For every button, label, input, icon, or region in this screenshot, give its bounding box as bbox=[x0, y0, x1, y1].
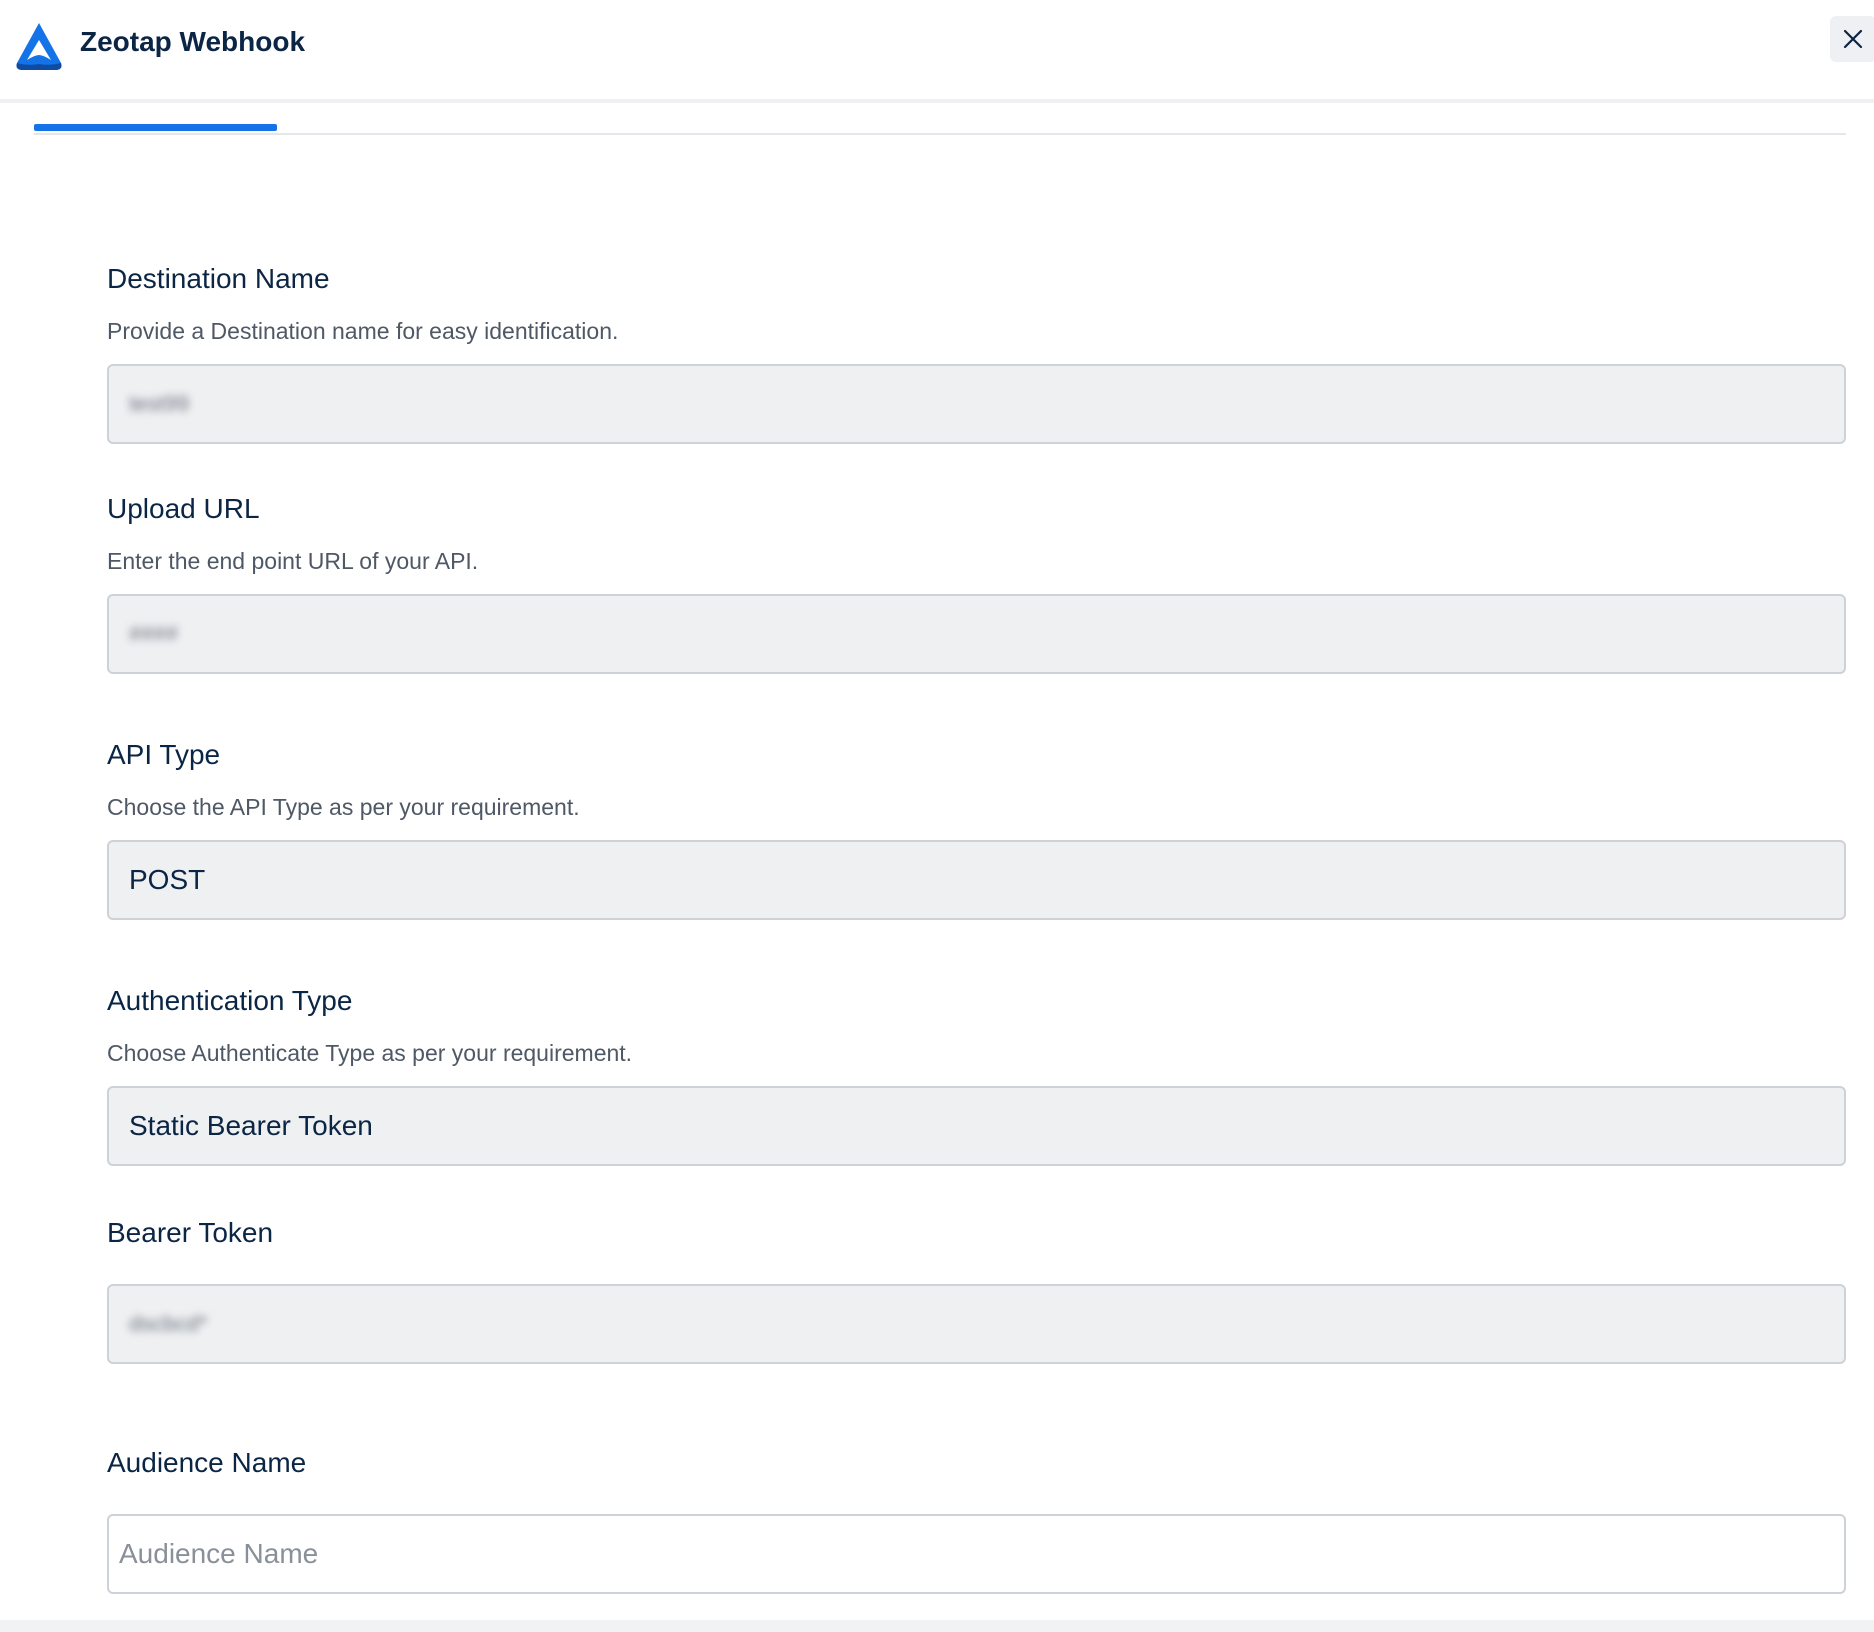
api-type-label: API Type bbox=[107, 739, 221, 770]
active-tab-indicator[interactable] bbox=[34, 124, 277, 131]
zeotap-logo-icon bbox=[16, 23, 62, 70]
dialog-header: Zeotap Webhook bbox=[0, 0, 1874, 103]
bearer-token-value: dscbcd* bbox=[129, 1311, 208, 1336]
tab-bar bbox=[34, 124, 1846, 135]
upload-url-input[interactable]: #### bbox=[107, 594, 1846, 674]
upload-url-value: #### bbox=[129, 621, 178, 646]
audience-name-section: Audience Name Audience Name bbox=[107, 1446, 1846, 1594]
destination-name-input[interactable]: test99 bbox=[107, 364, 1846, 444]
api-type-value: POST bbox=[129, 864, 206, 895]
destination-name-help: Provide a Destination name for easy iden… bbox=[107, 318, 619, 344]
close-button[interactable] bbox=[1830, 16, 1874, 62]
audience-name-label: Audience Name bbox=[107, 1447, 307, 1478]
upload-url-label: Upload URL bbox=[107, 493, 260, 524]
app-title: Zeotap Webhook bbox=[80, 26, 306, 57]
destination-name-value: test99 bbox=[129, 391, 189, 416]
bearer-token-label: Bearer Token bbox=[107, 1217, 274, 1248]
auth-type-help: Choose Authenticate Type as per your req… bbox=[107, 1040, 633, 1066]
destination-name-label: Destination Name bbox=[107, 263, 330, 294]
api-type-select[interactable]: POST bbox=[107, 840, 1846, 920]
audience-name-input[interactable]: Audience Name bbox=[107, 1514, 1846, 1594]
auth-type-select[interactable]: Static Bearer Token bbox=[107, 1086, 1846, 1166]
close-icon bbox=[1843, 29, 1863, 49]
destination-name-section: Destination Name Provide a Destination n… bbox=[107, 262, 1846, 444]
bearer-token-input[interactable]: dscbcd* bbox=[107, 1284, 1846, 1364]
bottom-scroll-strip bbox=[0, 1620, 1874, 1632]
api-type-section: API Type Choose the API Type as per your… bbox=[107, 738, 1846, 920]
upload-url-section: Upload URL Enter the end point URL of yo… bbox=[107, 492, 1846, 674]
api-type-help: Choose the API Type as per your requirem… bbox=[107, 794, 580, 820]
auth-type-label: Authentication Type bbox=[107, 985, 353, 1016]
upload-url-help: Enter the end point URL of your API. bbox=[107, 548, 479, 574]
auth-type-section: Authentication Type Choose Authenticate … bbox=[107, 984, 1846, 1166]
auth-type-value: Static Bearer Token bbox=[129, 1110, 373, 1141]
bearer-token-section: Bearer Token dscbcd* bbox=[107, 1216, 1846, 1364]
audience-name-placeholder: Audience Name bbox=[119, 1538, 319, 1569]
